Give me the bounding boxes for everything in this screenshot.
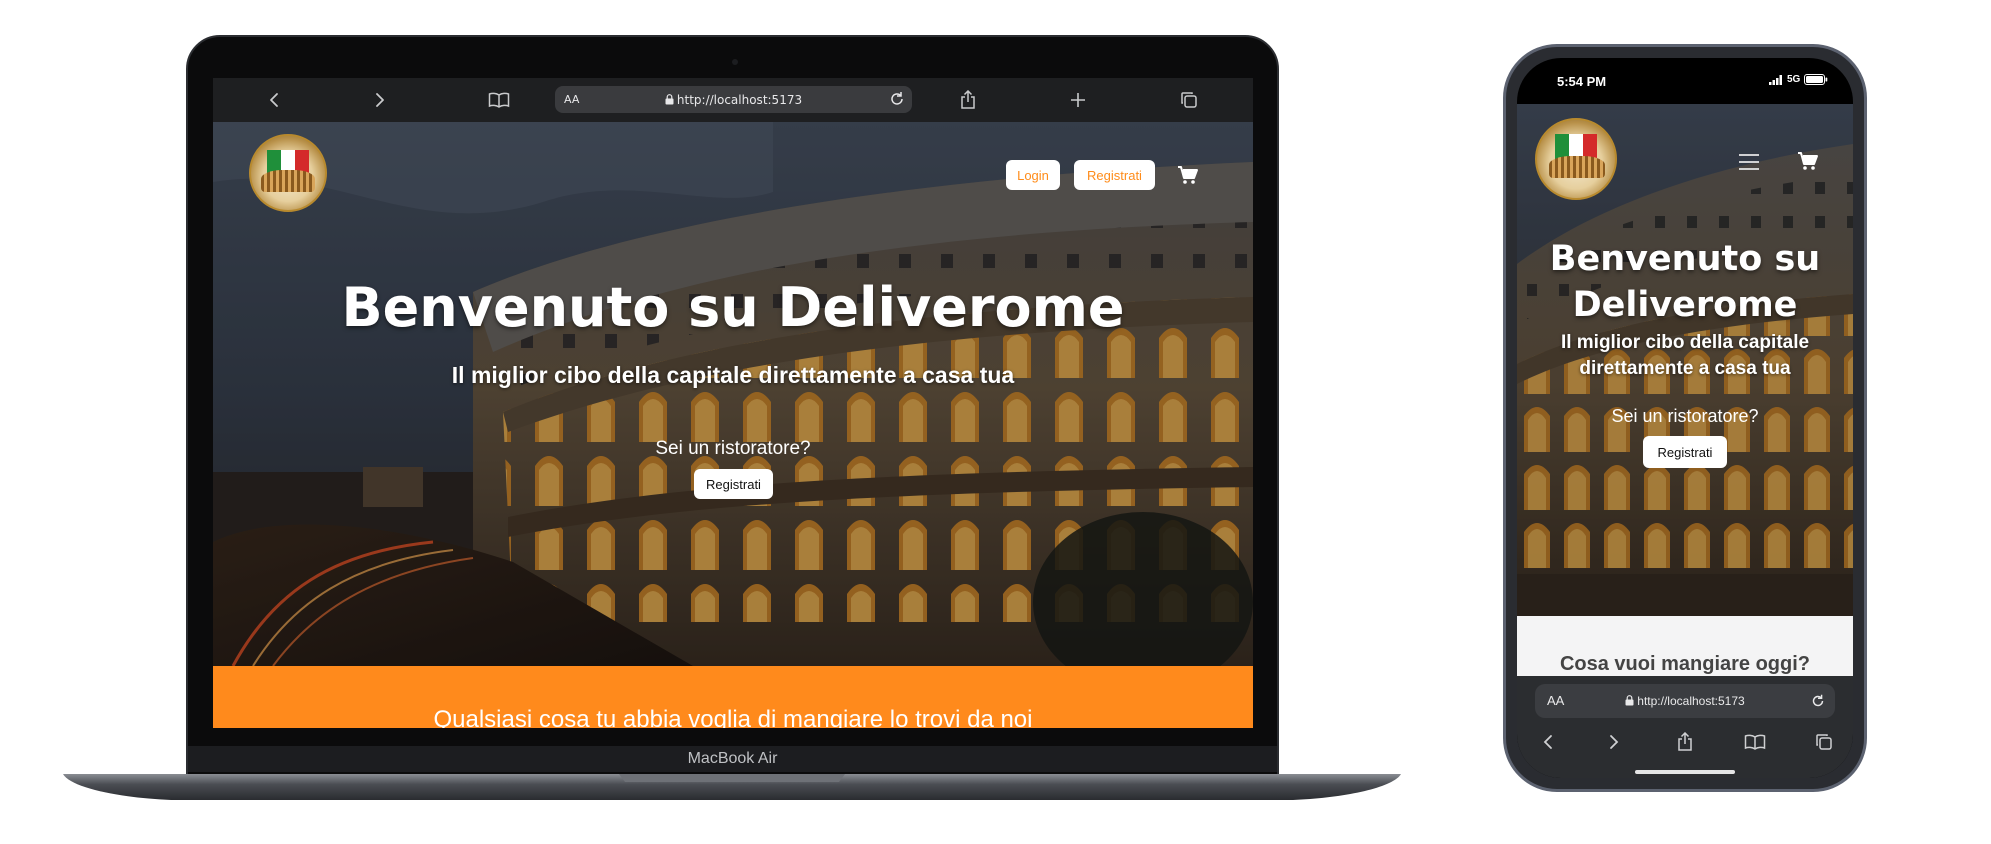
home-indicator <box>1635 770 1735 774</box>
new-tab-icon[interactable] <box>1065 78 1091 122</box>
phone-hero-subtitle: Il miglior cibo della capitale direttame… <box>1560 332 1810 379</box>
phone-screen: Benvenuto su Deliverome Il miglior cibo … <box>1517 58 1853 778</box>
phone-restaurateur-question: Sei un ristoratore? <box>1611 406 1759 426</box>
phone-share-icon[interactable] <box>1672 724 1698 760</box>
phone-back-icon[interactable] <box>1535 724 1561 760</box>
phone-reload-icon[interactable] <box>1809 692 1827 710</box>
phone-url-text: http://localhost:5173 <box>1637 694 1745 708</box>
laptop-model-label: MacBook Air <box>687 750 778 767</box>
lock-icon <box>665 93 674 104</box>
hamburger-menu-icon[interactable] <box>1737 152 1761 172</box>
phone-lock-icon <box>1625 695 1634 706</box>
phone-tabs-icon[interactable] <box>1811 724 1837 760</box>
hero-title: Benvenuto su Deliverome <box>341 276 1125 339</box>
url-text: http://localhost:5173 <box>676 92 803 107</box>
phone-forward-icon[interactable] <box>1601 724 1627 760</box>
cart-icon[interactable] <box>1177 165 1199 185</box>
promo-band: Qualsiasi cosa tu abbia voglia di mangia… <box>213 666 1253 728</box>
phone-food-section-heading: Cosa vuoi mangiare oggi? <box>1559 653 1811 675</box>
network-label: 5G <box>1787 74 1801 85</box>
status-indicators: 5G <box>1769 74 1828 85</box>
browser-toolbar: AA http://localhost:5173 <box>213 78 1253 122</box>
phone-url-bar[interactable]: AA http://localhost:5173 <box>1535 684 1835 718</box>
phone-hero-title: Benvenuto su Deliverome <box>1549 239 1821 325</box>
phone-cart-icon[interactable] <box>1797 151 1819 171</box>
restaurateur-register-button[interactable]: Registrati <box>694 469 773 499</box>
tabs-icon[interactable] <box>1176 78 1202 122</box>
phone-notch <box>1621 58 1749 88</box>
battery-icon <box>1804 74 1828 85</box>
forward-icon[interactable] <box>367 78 393 122</box>
status-time: 5:54 PM <box>1557 74 1607 89</box>
phone-restaurateur-register-button[interactable]: Registrati <box>1643 436 1727 468</box>
login-button[interactable]: Login <box>1006 160 1060 190</box>
colosseum-background-image <box>213 122 1253 666</box>
phone-browser-toolbar: AA http://localhost:5173 <box>1517 676 1853 778</box>
deliverome-logo[interactable] <box>249 134 327 212</box>
phone-colosseum-emblem <box>1549 156 1605 178</box>
colosseum-emblem <box>261 170 315 192</box>
laptop-screen: AA http://localhost:5173 Login Registrat… <box>213 78 1253 728</box>
phone-food-section: Cosa vuoi mangiare oggi? <box>1517 616 1853 676</box>
hero-section: Login Registrati Benvenuto su Deliverome… <box>213 122 1253 666</box>
url-bar[interactable]: AA http://localhost:5173 <box>555 86 912 113</box>
signal-icon <box>1769 74 1782 85</box>
phone-deliverome-logo[interactable] <box>1535 118 1617 200</box>
register-button[interactable]: Registrati <box>1074 160 1155 190</box>
share-icon[interactable] <box>955 78 981 122</box>
hero-subtitle: Il miglior cibo della capitale direttame… <box>451 362 1015 388</box>
back-icon[interactable] <box>261 78 287 122</box>
phone-hero-section: Benvenuto su Deliverome Il miglior cibo … <box>1517 104 1853 616</box>
promo-band-text: Qualsiasi cosa tu abbia voglia di mangia… <box>433 706 1033 728</box>
reload-icon[interactable] <box>887 89 907 109</box>
bookmarks-icon[interactable] <box>485 78 513 122</box>
phone-bookmarks-icon[interactable] <box>1741 724 1769 760</box>
laptop-camera <box>732 59 738 65</box>
restaurateur-question: Sei un ristoratore? <box>655 438 811 459</box>
laptop-base <box>63 774 1401 800</box>
